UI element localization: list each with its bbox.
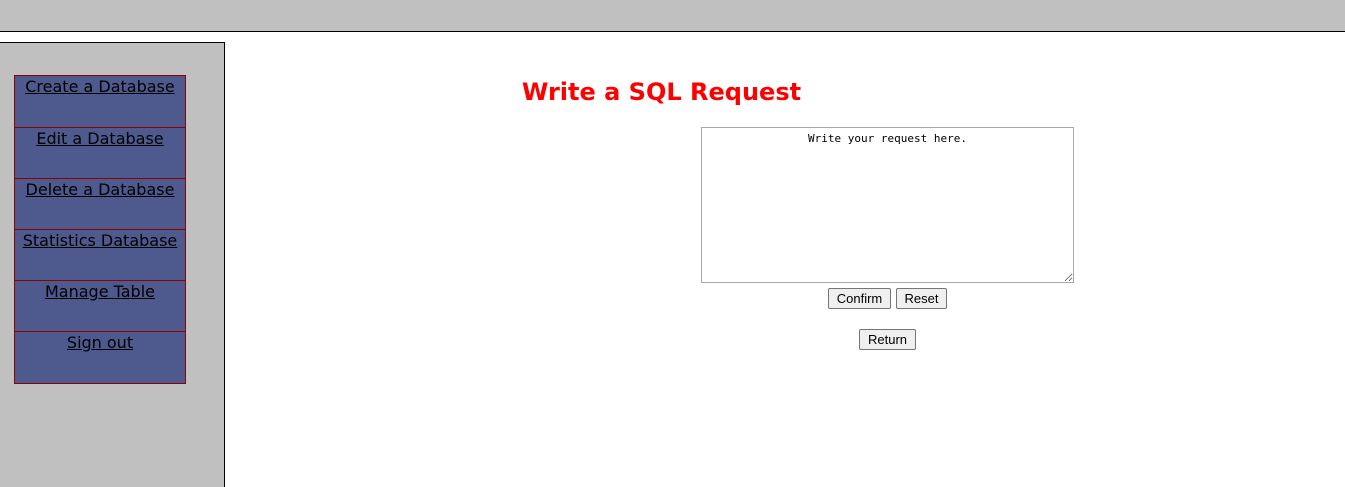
sql-request-textarea[interactable] (701, 127, 1074, 283)
sidebar-menu: Create a Database Edit a Database Delete… (14, 75, 186, 384)
edit-database-link[interactable]: Edit a Database (36, 129, 163, 148)
page-title: Write a SQL Request (521, 78, 802, 106)
manage-table-link[interactable]: Manage Table (45, 282, 155, 301)
sidebar-item-manage-table: Manage Table (14, 280, 186, 332)
top-bar (0, 0, 1345, 32)
sidebar-item-delete-database: Delete a Database (14, 178, 186, 230)
sidebar-item-statistics-database: Statistics Database (14, 229, 186, 281)
confirm-button[interactable]: Confirm (828, 288, 891, 309)
reset-button[interactable]: Reset (896, 288, 947, 309)
delete-database-link[interactable]: Delete a Database (26, 180, 175, 199)
sign-out-link[interactable]: Sign out (67, 333, 133, 352)
sidebar-item-sign-out: Sign out (14, 331, 186, 384)
return-button[interactable]: Return (859, 329, 916, 350)
sidebar-item-edit-database: Edit a Database (14, 127, 186, 179)
statistics-database-link[interactable]: Statistics Database (23, 231, 178, 250)
sidebar: Create a Database Edit a Database Delete… (0, 42, 225, 487)
main-content: Write a SQL Request Confirm Reset Return (226, 32, 1345, 487)
